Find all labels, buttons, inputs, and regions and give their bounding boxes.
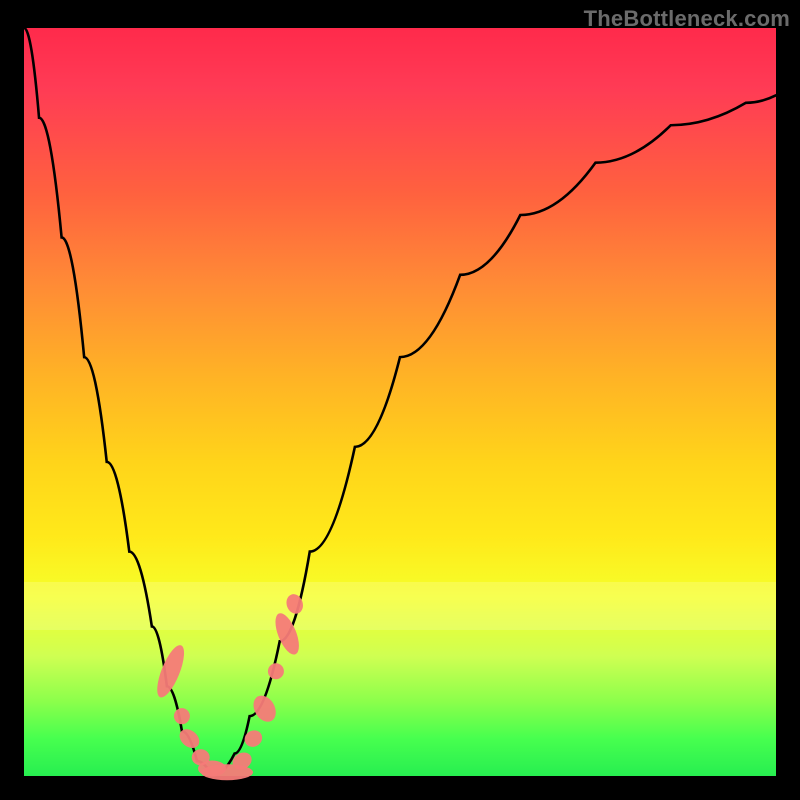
curve-marker: [152, 642, 190, 701]
chart-plot-area: [24, 28, 776, 776]
curve-marker: [174, 708, 190, 724]
curve-markers: [152, 592, 306, 780]
curve-marker: [249, 692, 280, 726]
curve-marker: [271, 610, 304, 658]
curve-marker: [176, 725, 203, 751]
curve-marker: [268, 663, 284, 679]
bottleneck-curve: [24, 28, 776, 776]
chart-svg: [24, 28, 776, 776]
watermark-text: TheBottleneck.com: [584, 6, 790, 32]
